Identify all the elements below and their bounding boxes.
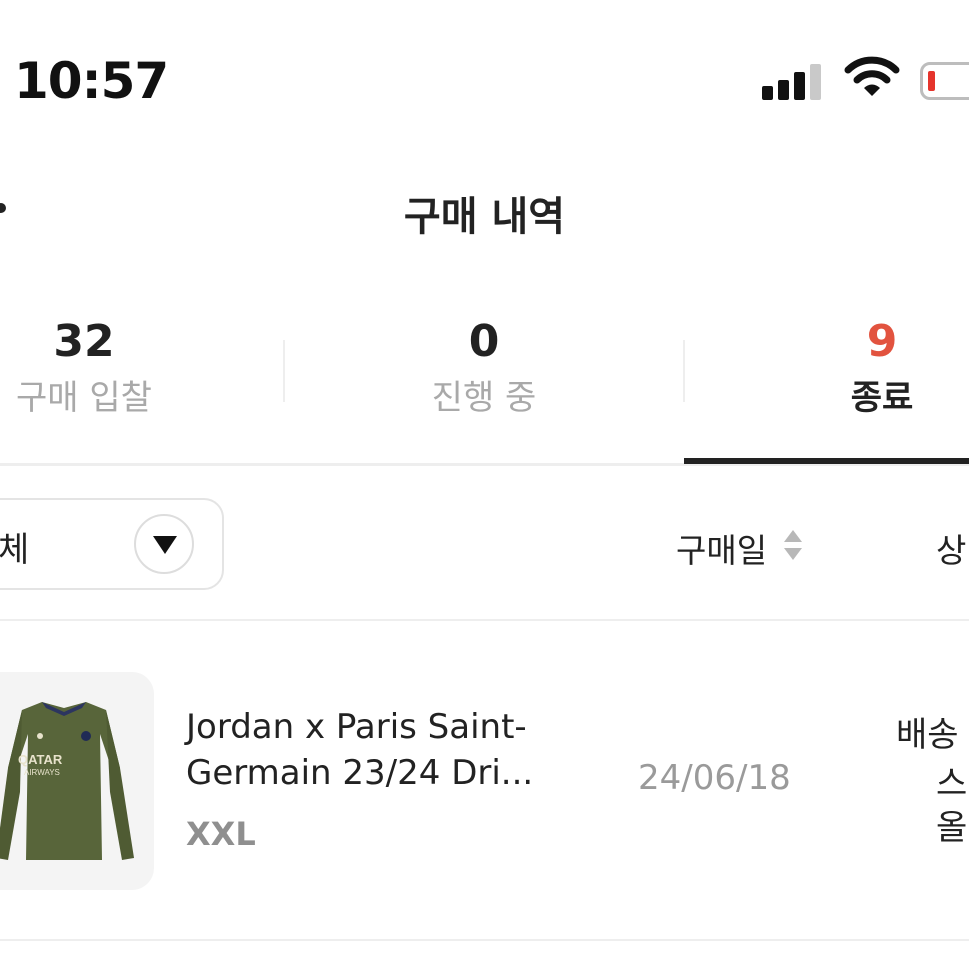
filter-selected-value: 체 bbox=[0, 530, 30, 570]
wifi-icon bbox=[844, 56, 900, 100]
product-thumbnail[interactable]: QATAR AIRWAYS bbox=[0, 672, 154, 890]
caret-down-icon bbox=[153, 536, 177, 554]
page-title: 구매 내역 bbox=[403, 194, 566, 240]
tab-count: 32 bbox=[53, 316, 115, 367]
active-tab-indicator bbox=[684, 458, 969, 464]
tab-count: 9 bbox=[866, 316, 898, 367]
tab-count: 0 bbox=[468, 316, 500, 367]
order-status-detail: 스 올 bbox=[936, 762, 967, 850]
svg-text:AIRWAYS: AIRWAYS bbox=[24, 768, 60, 777]
battery-level bbox=[928, 71, 935, 91]
cellular-signal-icon bbox=[762, 60, 824, 100]
product-name-line1: Jordan x Paris Saint- bbox=[186, 707, 527, 747]
purchase-date: 24/06/18 bbox=[638, 758, 791, 798]
svg-text:QATAR: QATAR bbox=[18, 752, 63, 767]
product-name-line2: Germain 23/24 Dri... bbox=[186, 753, 534, 793]
dropdown-button[interactable] bbox=[134, 514, 194, 574]
status-column-header: 상 bbox=[936, 531, 967, 570]
tab-completed[interactable]: 9 종료 bbox=[722, 316, 969, 420]
tab-divider bbox=[683, 340, 685, 402]
product-size: XXL bbox=[186, 815, 256, 853]
status-detail-line3: 올 bbox=[936, 808, 968, 848]
tab-label: 구매 입찰 bbox=[16, 378, 152, 418]
tab-label: 종료 bbox=[850, 378, 914, 418]
purchase-history-screen: 10:57 구매 내역 32 구매 입찰 0 진행 중 9 종료 체 구매일 상… bbox=[0, 0, 969, 969]
tab-divider bbox=[283, 340, 285, 402]
product-name[interactable]: Jordan x Paris Saint- Germain 23/24 Dri.… bbox=[186, 704, 586, 796]
jersey-image: QATAR AIRWAYS bbox=[0, 702, 134, 860]
period-filter-select[interactable]: 체 bbox=[0, 498, 224, 590]
tab-in-progress[interactable]: 0 진행 중 bbox=[324, 316, 644, 420]
filter-divider bbox=[0, 619, 969, 621]
sort-by-purchase-date[interactable]: 구매일 bbox=[676, 524, 767, 572]
order-status: 배송 bbox=[896, 715, 959, 755]
tab-purchase-bids[interactable]: 32 구매 입찰 bbox=[0, 316, 244, 420]
battery-low-icon bbox=[920, 62, 969, 100]
status-time: 10:57 bbox=[14, 52, 169, 110]
sort-icon[interactable] bbox=[782, 528, 804, 562]
tab-label: 진행 중 bbox=[431, 378, 537, 418]
status-detail-line2: 스 bbox=[936, 764, 968, 804]
row-divider bbox=[0, 939, 969, 941]
